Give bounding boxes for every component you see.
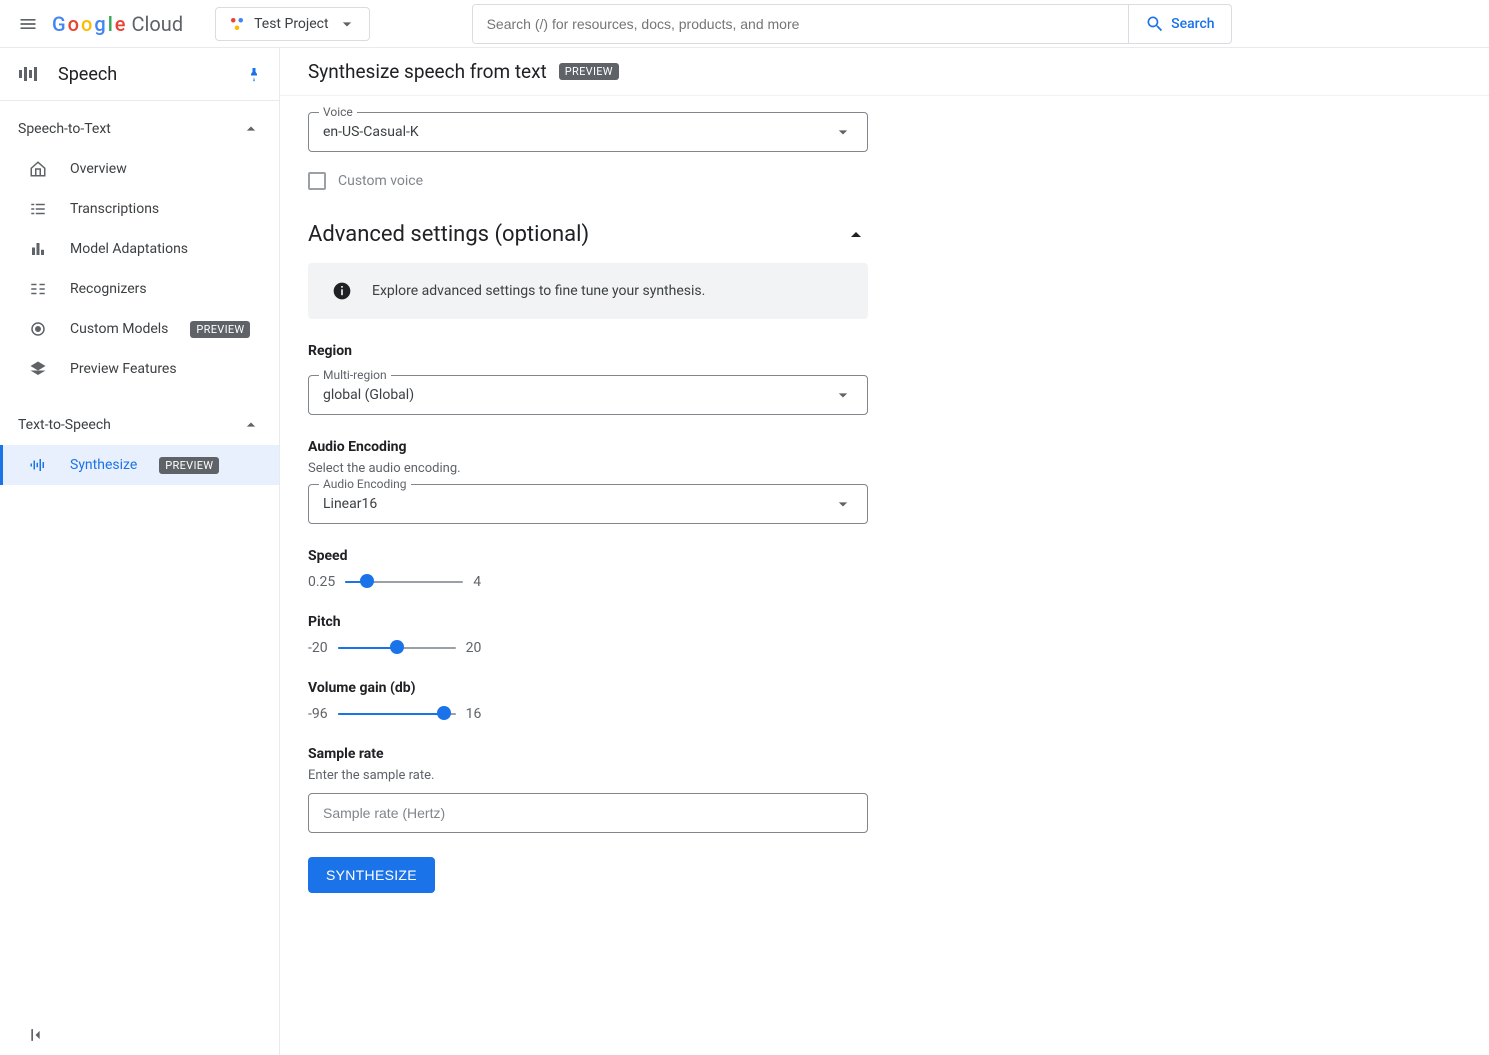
collapse-sidebar-button[interactable] bbox=[28, 1025, 48, 1045]
home-icon bbox=[28, 159, 48, 179]
sidebar: Speech Speech-to-Text Overview Transcrip… bbox=[0, 48, 280, 1055]
chevron-up-icon bbox=[241, 119, 261, 139]
sidebar-item-preview-features[interactable]: Preview Features bbox=[0, 349, 279, 389]
speech-product-icon bbox=[16, 62, 40, 86]
pitch-heading: Pitch bbox=[308, 614, 1152, 630]
page-header: Synthesize speech from text PREVIEW bbox=[280, 48, 1489, 96]
sidebar-item-synthesize[interactable]: Synthesize PREVIEW bbox=[0, 445, 279, 485]
speed-heading: Speed bbox=[308, 548, 1152, 564]
topbar: GoogleCloud Test Project Search bbox=[0, 0, 1489, 48]
project-name: Test Project bbox=[254, 16, 328, 32]
google-cloud-logo[interactable]: GoogleCloud bbox=[52, 12, 183, 36]
section-text-to-speech[interactable]: Text-to-Speech bbox=[0, 405, 279, 445]
speed-slider[interactable] bbox=[345, 580, 463, 584]
speed-min: 0.25 bbox=[308, 574, 335, 590]
list-icon bbox=[28, 199, 48, 219]
pitch-slider[interactable] bbox=[338, 646, 456, 650]
search-icon bbox=[1145, 14, 1165, 34]
page-preview-badge: PREVIEW bbox=[559, 63, 619, 80]
sidebar-item-transcriptions[interactable]: Transcriptions bbox=[0, 189, 279, 229]
menu-icon bbox=[18, 14, 38, 34]
chevron-up-icon bbox=[844, 223, 868, 247]
voice-select[interactable]: Voice en-US-Casual-K bbox=[308, 112, 868, 152]
region-heading: Region bbox=[308, 343, 1152, 359]
collapse-icon bbox=[28, 1025, 48, 1045]
sidebar-header: Speech bbox=[0, 48, 279, 101]
chevron-up-icon bbox=[241, 415, 261, 435]
waveform-icon bbox=[28, 455, 48, 475]
advanced-info-banner: Explore advanced settings to fine tune y… bbox=[308, 263, 868, 319]
grid-icon bbox=[28, 279, 48, 299]
chevron-down-icon bbox=[833, 122, 853, 142]
chevron-down-icon bbox=[833, 385, 853, 405]
project-icon bbox=[228, 15, 246, 33]
sidebar-item-model-adaptations[interactable]: Model Adaptations bbox=[0, 229, 279, 269]
main-content: Synthesize speech from text PREVIEW Voic… bbox=[280, 48, 1489, 1055]
sidebar-product-title: Speech bbox=[58, 64, 227, 85]
volume-slider[interactable] bbox=[338, 712, 456, 716]
sidebar-item-custom-models[interactable]: Custom Models PREVIEW bbox=[0, 309, 279, 349]
search-bar: Search bbox=[472, 4, 1232, 44]
encoding-select[interactable]: Audio Encoding Linear16 bbox=[308, 484, 868, 524]
custom-voice-checkbox[interactable]: Custom voice bbox=[308, 172, 1152, 190]
section-speech-to-text[interactable]: Speech-to-Text bbox=[0, 109, 279, 149]
volume-min: -96 bbox=[308, 706, 328, 722]
chevron-down-icon bbox=[833, 494, 853, 514]
chart-icon bbox=[28, 239, 48, 259]
preview-badge: PREVIEW bbox=[190, 321, 250, 338]
search-input[interactable] bbox=[473, 5, 1129, 43]
project-selector-button[interactable]: Test Project bbox=[215, 7, 369, 41]
pin-icon[interactable] bbox=[245, 65, 263, 83]
sample-rate-heading: Sample rate bbox=[308, 746, 1152, 762]
encoding-helper: Select the audio encoding. bbox=[308, 461, 1152, 476]
synthesize-button[interactable]: SYNTHESIZE bbox=[308, 857, 435, 893]
info-icon bbox=[332, 281, 352, 301]
sidebar-item-recognizers[interactable]: Recognizers bbox=[0, 269, 279, 309]
sample-rate-input[interactable] bbox=[323, 794, 853, 832]
advanced-settings-toggle[interactable]: Advanced settings (optional) bbox=[308, 222, 868, 247]
volume-heading: Volume gain (db) bbox=[308, 680, 1152, 696]
pitch-max: 20 bbox=[466, 640, 482, 656]
region-select[interactable]: Multi-region global (Global) bbox=[308, 375, 868, 415]
pitch-min: -20 bbox=[308, 640, 328, 656]
sample-rate-helper: Enter the sample rate. bbox=[308, 768, 1152, 783]
encoding-heading: Audio Encoding bbox=[308, 439, 1152, 455]
target-icon bbox=[28, 319, 48, 339]
volume-max: 16 bbox=[466, 706, 482, 722]
layers-icon bbox=[28, 359, 48, 379]
hamburger-menu-button[interactable] bbox=[16, 12, 40, 36]
chevron-down-icon bbox=[337, 14, 357, 34]
speed-max: 4 bbox=[473, 574, 481, 590]
checkbox-icon bbox=[308, 172, 326, 190]
sample-rate-input-wrapper bbox=[308, 793, 868, 833]
preview-badge: PREVIEW bbox=[159, 457, 219, 474]
search-button[interactable]: Search bbox=[1128, 5, 1230, 43]
page-title: Synthesize speech from text bbox=[308, 60, 547, 83]
sidebar-item-overview[interactable]: Overview bbox=[0, 149, 279, 189]
